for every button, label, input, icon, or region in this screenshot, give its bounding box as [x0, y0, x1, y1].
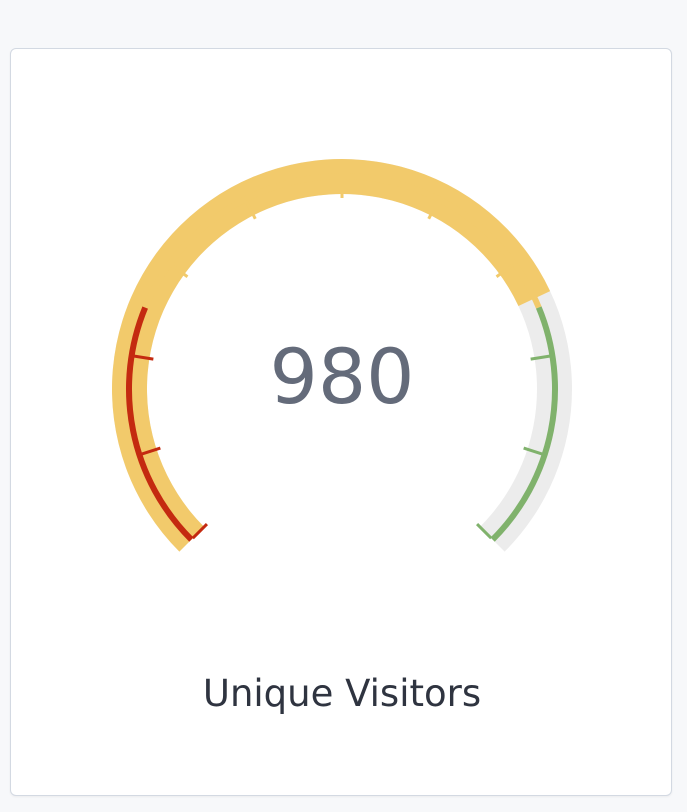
card-title: Unique Visitors — [202, 672, 482, 715]
gauge-value: 980 — [269, 332, 414, 421]
gauge-chart: 980 — [111, 158, 572, 552]
gauge-card: 980 Unique Visitors — [10, 48, 672, 796]
